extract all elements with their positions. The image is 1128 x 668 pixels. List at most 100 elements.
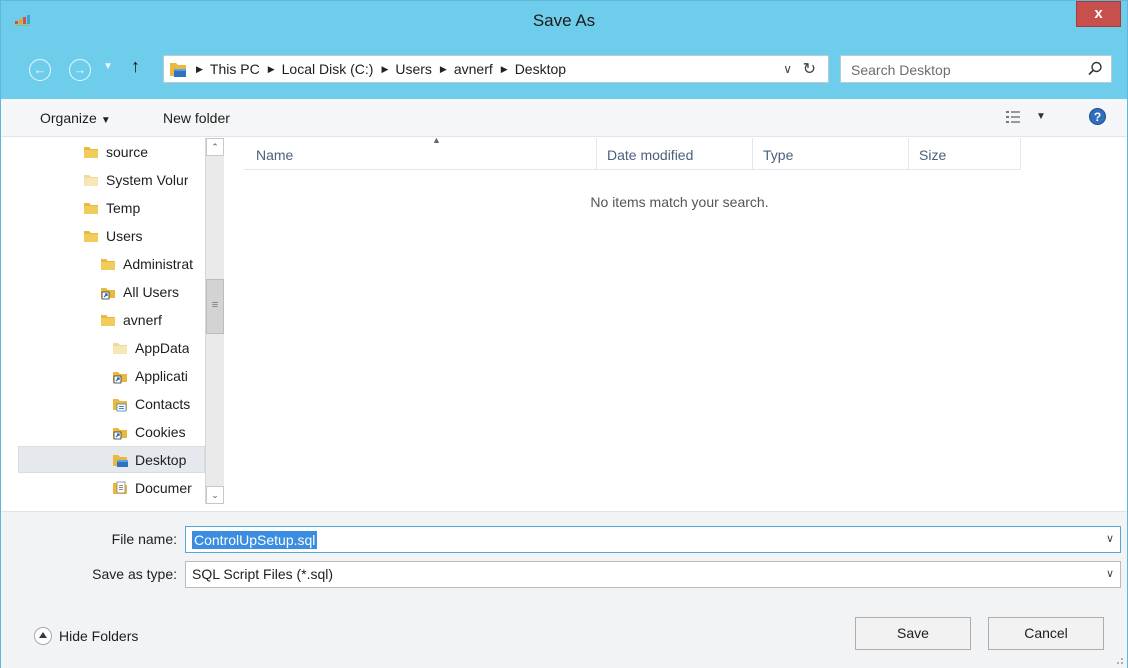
help-icon[interactable]: ?: [1089, 108, 1106, 125]
refresh-icon[interactable]: ↻: [803, 59, 816, 79]
folder-icon: [101, 314, 115, 326]
navigation-pane[interactable]: source System Volur Temp Users Administrat Al…: [1, 138, 231, 511]
chevron-right-icon[interactable]: ▶: [440, 64, 447, 75]
documents-folder-icon: [113, 481, 127, 494]
tree-item-desktop[interactable]: Desktop: [18, 446, 205, 473]
forward-arrow-icon[interactable]: →: [69, 59, 91, 81]
resize-grip-icon[interactable]: [1112, 653, 1124, 665]
tree-item-label: All Users: [123, 283, 180, 300]
save-options-pane: File name: ControlUpSetup.sql ∨ Save as …: [1, 511, 1127, 668]
shortcut-icon: [113, 371, 127, 383]
desktop-folder-icon: [170, 63, 186, 77]
scroll-down-icon[interactable]: ⌄: [206, 486, 224, 504]
tree-scrollbar[interactable]: ⌃ ≡ ⌄: [205, 138, 224, 504]
tree-item-contacts[interactable]: Contacts: [112, 390, 205, 417]
search-icon[interactable]: [1087, 61, 1103, 77]
tree-item-label: source: [106, 143, 149, 160]
address-dropdown-icon[interactable]: ∨: [783, 62, 792, 76]
tree-item-label: AppData: [135, 339, 190, 356]
tree-item-temp[interactable]: Temp: [83, 194, 205, 221]
new-folder-button[interactable]: New folder: [163, 110, 230, 126]
shortcut-icon: [113, 427, 127, 439]
chevron-right-icon[interactable]: ▶: [268, 64, 275, 75]
column-name-label: Name: [256, 147, 294, 163]
folder-icon: [84, 230, 98, 242]
chevron-down-icon[interactable]: ∨: [1106, 567, 1114, 580]
tree-item-label: Users: [106, 227, 143, 244]
tree-item-label: Temp: [106, 199, 141, 216]
column-header-size[interactable]: Size: [909, 138, 1021, 170]
hide-folders-button[interactable]: Hide Folders: [34, 626, 138, 646]
tree-item-label: Cookies: [135, 423, 186, 440]
chevron-right-icon[interactable]: ▶: [381, 64, 388, 75]
tree-item-avnerf[interactable]: avnerf: [100, 306, 205, 333]
empty-message: No items match your search.: [590, 194, 769, 210]
file-name-label: File name:: [111, 531, 177, 547]
scroll-thumb[interactable]: ≡: [206, 279, 224, 334]
tree-item-label: Contacts: [135, 395, 191, 412]
file-list[interactable]: ▲ Name Date modified Type Size No items …: [232, 135, 1127, 511]
breadcrumb[interactable]: ▶ This PC ▶ Local Disk (C:) ▶ Users ▶ av…: [163, 55, 829, 83]
scroll-up-icon[interactable]: ⌃: [206, 138, 224, 156]
search-placeholder: Search Desktop: [851, 62, 951, 78]
folder-icon: [84, 202, 98, 214]
chevron-down-icon[interactable]: ▼: [103, 61, 113, 72]
window-title: Save As: [532, 11, 596, 30]
tree-item-label: System Volur: [106, 171, 189, 188]
cancel-button[interactable]: Cancel: [988, 617, 1104, 650]
organize-label: Organize: [40, 110, 97, 126]
back-arrow-icon[interactable]: ←: [29, 59, 51, 81]
tree-item-cookies[interactable]: Cookies: [112, 418, 205, 445]
breadcrumb-local-disk[interactable]: Local Disk (C:): [282, 61, 374, 77]
save-button[interactable]: Save: [855, 617, 971, 650]
chevron-right-icon: ▶: [196, 63, 203, 74]
close-button[interactable]: x: [1076, 1, 1121, 27]
breadcrumb-avnerf[interactable]: avnerf: [454, 61, 493, 77]
tree-item-users[interactable]: Users: [83, 222, 205, 249]
title-bar[interactable]: Save As x: [1, 1, 1127, 41]
tree-item-source[interactable]: source: [83, 138, 205, 165]
file-name-value: ControlUpSetup.sql: [192, 531, 318, 549]
organize-button[interactable]: Organize ▼: [40, 110, 111, 126]
save-as-dialog: Save As x ← → ▼ ↑ ▶ This PC ▶ Local Disk…: [0, 0, 1128, 668]
command-bar: Organize ▼ New folder ▼ ?: [1, 99, 1127, 137]
tree-item-administrat[interactable]: Administrat: [100, 250, 205, 277]
hide-folders-label: Hide Folders: [59, 628, 139, 644]
tree-item-all-users[interactable]: All Users: [100, 278, 205, 305]
column-header-name[interactable]: ▲ Name: [244, 135, 597, 170]
folder-light-icon: [113, 342, 127, 354]
tree-item-system-volur[interactable]: System Volur: [83, 166, 205, 193]
details-view-icon: [1006, 111, 1020, 123]
folder-light-icon: [84, 174, 98, 186]
folder-icon: [101, 258, 115, 270]
caret-down-icon: ▼: [100, 115, 111, 126]
chevron-down-icon[interactable]: ∨: [1106, 532, 1114, 545]
column-header-type[interactable]: Type: [753, 138, 909, 170]
search-input[interactable]: Search Desktop: [840, 55, 1112, 83]
save-as-type-value: SQL Script Files (*.sql): [192, 566, 334, 582]
breadcrumb-users[interactable]: Users: [395, 61, 432, 77]
tree-item-label: Administrat: [123, 255, 194, 272]
save-as-type-label: Save as type:: [92, 566, 177, 582]
chevron-right-icon[interactable]: ▶: [501, 64, 508, 75]
shortcut-icon: [101, 287, 115, 299]
breadcrumb-desktop[interactable]: Desktop: [515, 61, 566, 77]
caret-down-icon: ▼: [1036, 111, 1046, 122]
breadcrumb-items: ▶ This PC ▶ Local Disk (C:) ▶ Users ▶ av…: [192, 61, 566, 77]
desktop-folder-icon: [113, 454, 128, 467]
change-view-button[interactable]: ▼: [1006, 109, 1054, 127]
tree-item-appdata[interactable]: AppData: [112, 334, 205, 361]
contacts-folder-icon: [113, 398, 127, 411]
tree-item-label: Applicati: [135, 367, 188, 384]
save-as-type-select[interactable]: SQL Script Files (*.sql) ∨: [185, 561, 1121, 588]
tree-item-label: Documer: [135, 479, 192, 496]
column-header-date-modified[interactable]: Date modified: [597, 138, 753, 170]
breadcrumb-this-pc[interactable]: This PC: [210, 61, 260, 77]
address-row: ← → ▼ ↑ ▶ This PC ▶ Local Disk (C:) ▶ Us…: [1, 41, 1127, 99]
sort-ascending-icon: ▲: [432, 135, 441, 145]
up-arrow-icon[interactable]: ↑: [131, 56, 140, 77]
tree-item-documer[interactable]: Documer: [112, 474, 205, 501]
file-name-input[interactable]: ControlUpSetup.sql ∨: [185, 526, 1121, 553]
tree-item-label: avnerf: [123, 311, 162, 328]
tree-item-applicati[interactable]: Applicati: [112, 362, 205, 389]
